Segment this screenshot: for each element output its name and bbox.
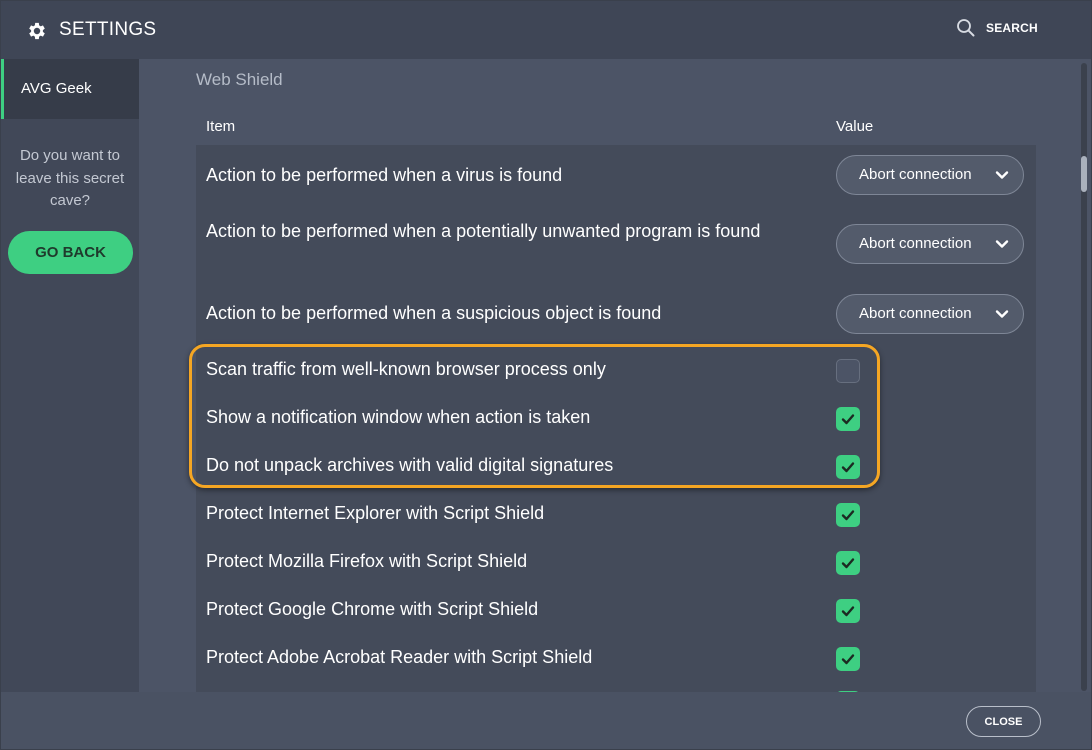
setting-label: Action to be performed when a virus is f… [206, 165, 563, 185]
setting-label: Action to be performed when a suspicious… [206, 303, 662, 323]
footer: CLOSE [1, 692, 1091, 749]
table-row: Protect Google Chrome with Script Shield [196, 585, 1036, 633]
scrollbar-thumb[interactable] [1081, 156, 1087, 192]
setting-label: Protect Adobe Acrobat Reader with Script… [206, 647, 593, 667]
gear-icon [29, 22, 45, 40]
dropdown-value: Abort connection [859, 305, 972, 322]
table-row: Scan traffic from well-known browser pro… [196, 345, 1036, 393]
column-header-item: Item [206, 118, 236, 135]
setting-label: Action to be performed when a potentiall… [206, 221, 761, 241]
table-row [196, 681, 1036, 692]
checkmark-icon [841, 414, 855, 425]
setting-checkbox[interactable] [836, 407, 860, 431]
checkmark-icon [841, 558, 855, 569]
setting-label: Do not unpack archives with valid digita… [206, 455, 614, 475]
sidebar: AVG Geek Do you want to leave this secre… [1, 59, 139, 692]
dropdown-value: Abort connection [859, 166, 972, 183]
dropdown-value: Abort connection [859, 235, 972, 252]
sidebar-item-avg-geek[interactable]: AVG Geek [1, 59, 139, 119]
table-row: Action to be performed when a virus is f… [196, 145, 1036, 205]
table-row: Protect Adobe Acrobat Reader with Script… [196, 633, 1036, 681]
search-icon [957, 19, 975, 37]
scrollbar[interactable] [1081, 63, 1087, 691]
sidebar-item-label: AVG Geek [21, 80, 92, 97]
setting-checkbox[interactable] [836, 551, 860, 575]
setting-checkbox[interactable] [836, 599, 860, 623]
title-bar: SETTINGS SEARCH [1, 1, 1091, 59]
checkmark-icon [841, 462, 855, 473]
chevron-down-icon [995, 171, 1009, 179]
setting-checkbox[interactable] [836, 359, 860, 383]
setting-label: Show a notification window when action i… [206, 407, 591, 427]
table-row: Protect Internet Explorer with Script Sh… [196, 489, 1036, 537]
action-dropdown[interactable]: Abort connection [836, 155, 1024, 195]
action-dropdown[interactable]: Abort connection [836, 224, 1024, 264]
settings-table: Action to be performed when a virus is f… [196, 145, 1036, 692]
close-button[interactable]: CLOSE [966, 706, 1041, 737]
table-row: Show a notification window when action i… [196, 393, 1036, 441]
chevron-down-icon [995, 240, 1009, 248]
setting-label: Protect Mozilla Firefox with Script Shie… [206, 551, 528, 571]
setting-label: Protect Google Chrome with Script Shield [206, 599, 539, 619]
table-row: Action to be performed when a potentiall… [196, 205, 1036, 285]
search-label: SEARCH [986, 21, 1038, 35]
settings-window: SETTINGS SEARCH AVG Geek Do you want to … [0, 0, 1092, 750]
checkmark-icon [841, 510, 855, 521]
setting-label: Protect Internet Explorer with Script Sh… [206, 503, 545, 523]
action-dropdown[interactable]: Abort connection [836, 294, 1024, 334]
leave-question: Do you want to leave this secret cave? [15, 147, 125, 209]
setting-checkbox[interactable] [836, 647, 860, 671]
table-row: Action to be performed when a suspicious… [196, 285, 1036, 345]
column-header-value: Value [836, 118, 874, 135]
chevron-down-icon [995, 310, 1009, 318]
checkmark-icon [841, 654, 855, 665]
table-row: Protect Mozilla Firefox with Script Shie… [196, 537, 1036, 585]
section-title: Web Shield [196, 70, 283, 89]
setting-checkbox[interactable] [836, 455, 860, 479]
settings-content: Web Shield Item Value Action to be perfo… [139, 59, 1091, 692]
window-title: SETTINGS [59, 19, 157, 40]
go-back-button[interactable]: GO BACK [8, 231, 133, 274]
search-button[interactable]: SEARCH [956, 18, 1038, 38]
table-row: Do not unpack archives with valid digita… [196, 441, 1036, 489]
setting-checkbox[interactable] [836, 503, 860, 527]
setting-label: Scan traffic from well-known browser pro… [206, 359, 606, 379]
checkmark-icon [841, 606, 855, 617]
